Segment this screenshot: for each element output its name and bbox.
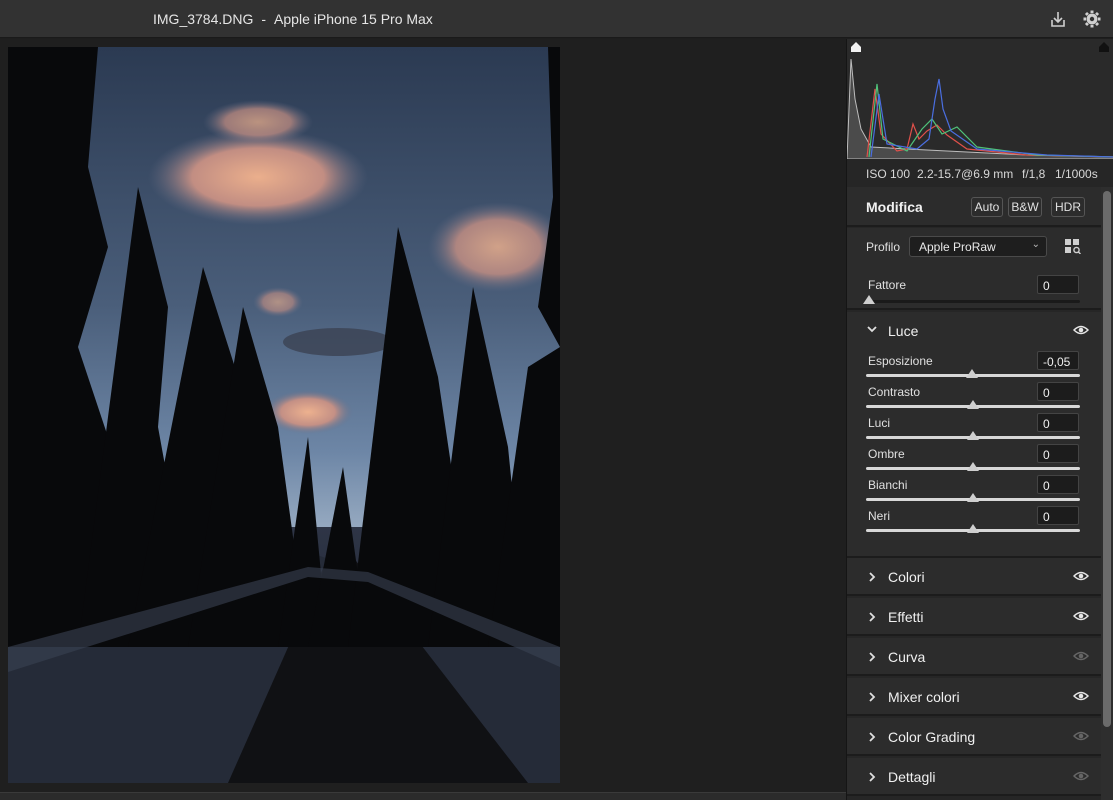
- shadows-value-input[interactable]: 0: [1037, 444, 1079, 463]
- blacks-slider-thumb[interactable]: [967, 524, 979, 533]
- edit-title: Modifica: [866, 199, 923, 215]
- file-name: IMG_3784.DNG: [153, 11, 254, 27]
- exif-focal: 2.2-15.7@6.9 mm: [917, 167, 1014, 181]
- photo-preview[interactable]: [8, 47, 560, 783]
- exposure-label: Esposizione: [868, 354, 933, 368]
- auto-button[interactable]: Auto: [971, 197, 1003, 217]
- chevron-right-icon: [869, 772, 876, 782]
- shadows-slider-thumb[interactable]: [967, 462, 979, 471]
- profile-label: Profilo: [866, 240, 901, 254]
- edit-header: Modifica Auto B&W HDR: [847, 187, 1101, 227]
- whites-value-input[interactable]: 0: [1037, 475, 1079, 494]
- contrast-slider-thumb[interactable]: [967, 400, 979, 409]
- export-icon[interactable]: [1048, 9, 1068, 29]
- exif-info: ISO 100 2.2-15.7@6.9 mm f/1,8 1/1000s: [847, 159, 1101, 187]
- eye-icon[interactable]: [1073, 690, 1089, 702]
- light-section: Luce Esposizione -0,05 Contrasto 0 Luci …: [847, 312, 1101, 558]
- chevron-down-icon: [867, 326, 877, 333]
- exposure-value-input[interactable]: -0,05: [1037, 351, 1079, 370]
- profile-value: Apple ProRaw: [919, 240, 996, 254]
- shadows-label: Ombre: [868, 447, 905, 461]
- light-section-title: Luce: [888, 323, 919, 339]
- camera-model: Apple iPhone 15 Pro Max: [274, 11, 433, 27]
- section-title: Effetti: [888, 609, 924, 625]
- exposure-slider-thumb[interactable]: [966, 369, 978, 378]
- highlights-label: Luci: [868, 416, 891, 430]
- eye-icon[interactable]: [1073, 570, 1089, 582]
- chevron-right-icon: [869, 732, 876, 742]
- section-effects[interactable]: Effetti: [847, 598, 1101, 636]
- exif-iso: ISO 100: [866, 167, 911, 181]
- amount-slider-thumb[interactable]: [863, 295, 875, 304]
- document-title: IMG_3784.DNG - Apple iPhone 15 Pro Max: [153, 11, 433, 27]
- image-canvas[interactable]: [0, 39, 846, 800]
- section-title: Curva: [888, 649, 926, 665]
- chevron-right-icon: [869, 612, 876, 622]
- section-title: Mixer colori: [888, 689, 960, 705]
- eye-icon[interactable]: [1073, 770, 1089, 782]
- chevron-right-icon: [869, 572, 876, 582]
- section-title: Colori: [888, 569, 925, 585]
- light-section-header[interactable]: Luce: [847, 312, 1101, 350]
- blacks-value-input[interactable]: 0: [1037, 506, 1079, 525]
- section-title: Dettagli: [888, 769, 936, 785]
- filmstrip-bar: [0, 792, 846, 800]
- section-details[interactable]: Dettagli: [847, 758, 1101, 796]
- profile-browser-icon[interactable]: [1064, 238, 1082, 255]
- hdr-button[interactable]: HDR: [1051, 197, 1085, 217]
- amount-value-input[interactable]: 0: [1037, 275, 1079, 294]
- histogram: [847, 39, 1113, 159]
- chevron-down-icon: ⌄: [1031, 239, 1040, 250]
- title-separator: -: [261, 11, 267, 27]
- edit-panel: ISO 100 2.2-15.7@6.9 mm f/1,8 1/1000s Mo…: [846, 39, 1113, 800]
- panel-scrollbar[interactable]: [1101, 187, 1113, 800]
- bw-button[interactable]: B&W: [1008, 197, 1042, 217]
- eye-icon[interactable]: [1073, 730, 1089, 742]
- section-colors[interactable]: Colori: [847, 558, 1101, 596]
- title-bar: IMG_3784.DNG - Apple iPhone 15 Pro Max: [0, 0, 1113, 38]
- eye-icon[interactable]: [1073, 324, 1089, 336]
- whites-label: Bianchi: [868, 478, 908, 492]
- exif-shutter: 1/1000s: [1055, 167, 1098, 181]
- section-curve[interactable]: Curva: [847, 638, 1101, 676]
- eye-icon[interactable]: [1073, 610, 1089, 622]
- eye-icon[interactable]: [1073, 650, 1089, 662]
- profile-select[interactable]: Apple ProRaw ⌄: [909, 236, 1047, 257]
- amount-label: Fattore: [868, 278, 907, 292]
- profile-section: Profilo Apple ProRaw ⌄ Fattore 0: [847, 228, 1101, 310]
- gear-icon[interactable]: [1082, 9, 1102, 29]
- chevron-right-icon: [869, 652, 876, 662]
- highlights-value-input[interactable]: 0: [1037, 413, 1079, 432]
- highlights-slider-thumb[interactable]: [967, 431, 979, 440]
- blacks-label: Neri: [868, 509, 891, 523]
- whites-slider-thumb[interactable]: [967, 493, 979, 502]
- section-title: Color Grading: [888, 729, 976, 745]
- scrollbar-thumb[interactable]: [1103, 191, 1111, 727]
- exif-aperture: f/1,8: [1022, 167, 1046, 181]
- amount-slider-track[interactable]: [866, 300, 1080, 303]
- shadow-clipping-icon[interactable]: [850, 41, 862, 53]
- highlight-clipping-icon[interactable]: [1098, 41, 1110, 53]
- chevron-right-icon: [869, 692, 876, 702]
- section-color-grading[interactable]: Color Grading: [847, 718, 1101, 756]
- section-color-mixer[interactable]: Mixer colori: [847, 678, 1101, 716]
- contrast-value-input[interactable]: 0: [1037, 382, 1079, 401]
- contrast-label: Contrasto: [868, 385, 921, 399]
